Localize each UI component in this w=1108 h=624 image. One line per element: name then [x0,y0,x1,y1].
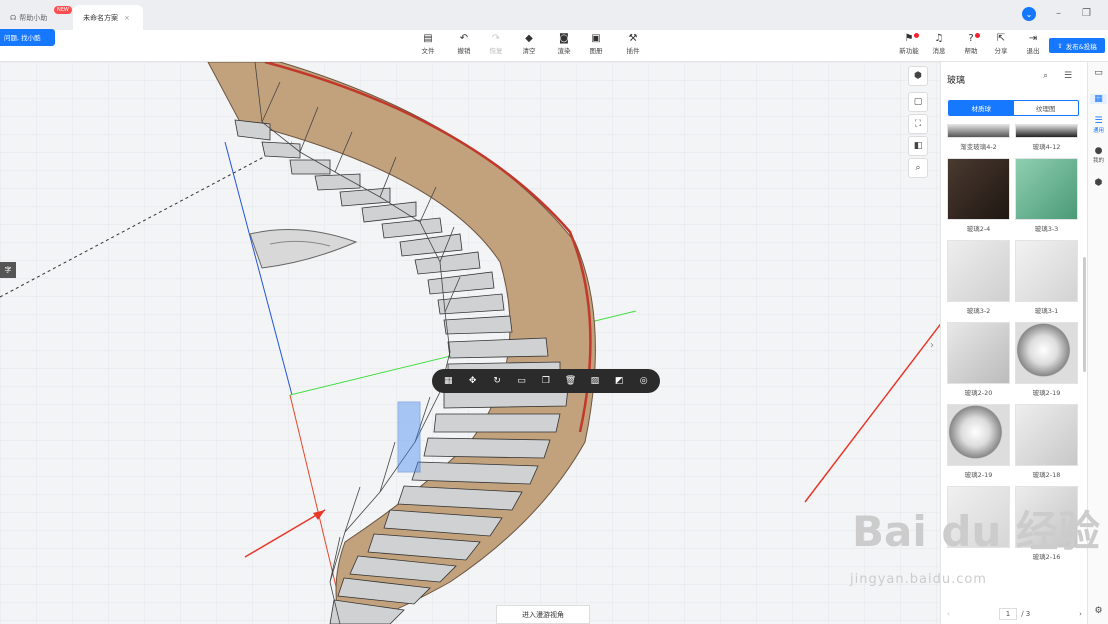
material-item[interactable]: 玻璃2-20 [947,322,1010,397]
pagination: ‹ 1/ 3 › [947,606,1082,622]
cube-icon: ⬢ [1094,178,1103,188]
sidebar-item-grid[interactable]: ▦ [1090,94,1107,104]
toolbar: ▤ 文件 ↶ 撤销 ↷ 恢复 ◆ 清空 ◙ 渲染 ▣ 图册 ⚒ 插件 ⚑ 新功能 ♫ 消息 ? 帮助… [0,30,1108,62]
object-toolbar: ▦ ✥ ↻ ▭ ❐ 🗑 ▨ ◩ ◎ [432,369,660,393]
section-icon[interactable]: ◧ [908,136,928,156]
material-item[interactable]: 玻璃3-2 [947,240,1010,315]
user-icon: ● [1094,146,1103,156]
eraser-icon: ◆ [525,33,533,44]
collapse-icon[interactable]: ⌄ [1022,7,1036,21]
material-icon[interactable]: ▦ [441,376,455,386]
upload-icon: ⇪ [1057,41,1063,50]
prev-page-icon[interactable]: ‹ [947,610,950,618]
sidebar-item-mine[interactable]: ● 我的 [1090,146,1107,164]
clear-button[interactable]: ◆ 清空 [515,33,543,55]
undo-button[interactable]: ↶ 撤销 [450,33,478,55]
render-button[interactable]: ◙ 渲染 [550,33,578,55]
selected-glass-panel[interactable] [397,401,421,473]
zoom-select-icon[interactable]: ⌕ [908,158,928,178]
help-button[interactable]: ? 帮助 [957,33,985,55]
text-tag[interactable]: 字 [0,262,16,278]
restore-icon[interactable]: ❐ [1082,8,1091,19]
box-view-icon[interactable]: ▢ [908,92,928,112]
panel-tabs: 材质球 纹理图 [948,100,1079,116]
flag-icon: ⚑ [904,33,914,44]
copy-icon[interactable]: ❐ [539,376,553,386]
sidebar-item-model[interactable]: ▭ [1090,68,1107,78]
exit-button[interactable]: ⇥ 退出 [1019,33,1047,55]
page-total: / 3 [1021,610,1031,618]
headset-icon: ☊ [10,13,17,22]
tab-texture[interactable]: 纹理图 [1014,101,1079,115]
watermark: Bai du 经验 [852,507,1100,556]
panel-scrollbar[interactable] [1083,257,1086,372]
fit-view-icon[interactable]: ⛶ [908,114,928,134]
material-item[interactable]: 玻璃2-19 [1015,322,1078,397]
message-button[interactable]: ♫ 消息 [925,33,953,55]
sidebar-item-cube[interactable]: ⬢ [1090,178,1107,188]
bell-icon: ♫ [934,33,944,44]
help-bubble[interactable]: 问题, 找小酷 [0,29,55,46]
tab-help[interactable]: ☊ 帮助小助 NEW [0,5,72,30]
more-icon[interactable]: ◎ [637,376,651,386]
file-icon: ▤ [423,33,433,44]
file-button[interactable]: ▤ 文件 [414,33,442,55]
cube-view-icon[interactable]: ⬢ [908,66,928,86]
plugin-button[interactable]: ⚒ 插件 [619,33,647,55]
tab-scheme-label: 未命名方案 [83,13,118,22]
share-button[interactable]: ⇱ 分享 [987,33,1015,55]
material-item[interactable]: 玻璃3-3 [1015,158,1078,233]
viewport-3d[interactable]: 字 [0,62,940,624]
material-item[interactable]: 玻璃3-1 [1015,240,1078,315]
grid-icon: ▦ [1094,94,1103,104]
tab-bar: ☊ 帮助小助 NEW 未命名方案 × ⌄ – ❐ [0,0,1108,30]
exit-icon: ⇥ [1028,33,1038,44]
size-icon[interactable]: ▭ [515,376,529,386]
tab-scheme[interactable]: 未命名方案 × [73,5,143,30]
share-icon: ⇱ [996,33,1006,44]
delete-icon[interactable]: 🗑 [563,376,577,386]
model-icon: ▭ [1094,68,1103,78]
move-icon[interactable]: ✥ [466,376,480,386]
tab-material-ball[interactable]: 材质球 [949,101,1014,115]
view-tools: ⬢ ▢ ⛶ ◧ ⌕ [908,66,928,180]
enter-roam-button[interactable]: 进入漫游视角 [496,605,590,624]
material-item[interactable]: 玻璃2-18 [1015,404,1078,479]
list-icon: ☰ [1094,116,1103,126]
chevron-right-icon[interactable]: › [930,340,934,351]
publish-button[interactable]: ⇪ 发布&投稿 [1049,38,1105,53]
album-icon: ▣ [591,33,601,44]
search-icon[interactable]: ⌕ [1043,71,1048,81]
help-icon: ? [968,33,974,44]
undo-icon: ↶ [459,33,469,44]
plugin-icon: ⚒ [628,33,638,44]
album-button[interactable]: ▣ 图册 [582,33,610,55]
redo-icon: ↷ [491,33,501,44]
material-item[interactable]: 玻璃2-4 [947,158,1010,233]
material-item[interactable]: 渐变玻璃4-2 [947,124,1010,151]
rotate-icon[interactable]: ↻ [490,376,504,386]
new-badge: NEW [54,6,72,14]
panel-title: 玻璃 [947,76,966,86]
list-view-icon[interactable]: ☰ [1064,71,1072,81]
watermark-url: jingyan.baidu.com [850,572,987,587]
settings-icon[interactable]: ⚙ [1090,606,1107,616]
new-feature-button[interactable]: ⚑ 新功能 [894,33,924,55]
replace-icon[interactable]: ◩ [612,376,626,386]
page-input[interactable]: 1 [998,608,1018,620]
close-icon[interactable]: × [124,14,130,22]
material-item[interactable]: 玻璃2-19 [947,404,1010,479]
group-icon[interactable]: ▨ [588,376,602,386]
tab-help-label: 帮助小助 [19,13,48,22]
sidebar-item-general[interactable]: ☰ 通用 [1090,116,1107,134]
redo-button[interactable]: ↷ 恢复 [482,33,510,55]
stair-scene [0,62,940,624]
camera-icon: ◙ [559,33,569,44]
next-page-icon[interactable]: › [1079,610,1082,618]
minimize-icon[interactable]: – [1056,8,1061,19]
material-item[interactable]: 玻璃4-12 [1015,124,1078,151]
